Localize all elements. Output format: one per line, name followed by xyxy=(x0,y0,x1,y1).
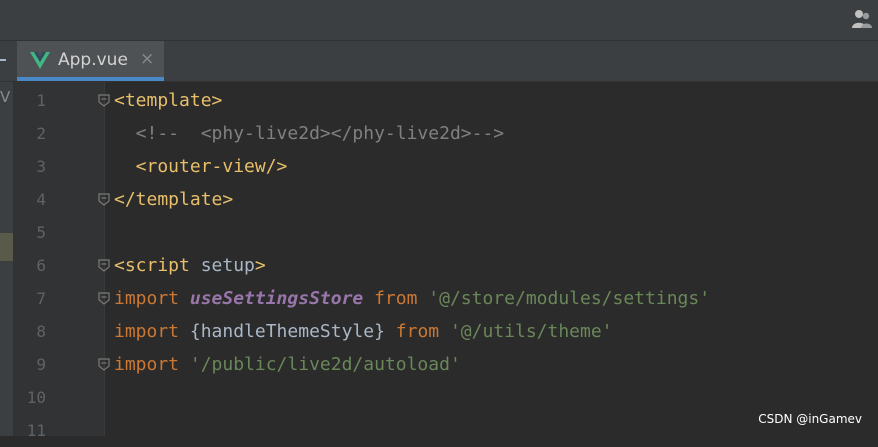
line-number: 6 xyxy=(36,256,46,275)
code-text: <script setup> xyxy=(114,249,266,282)
line-number: 7 xyxy=(36,289,46,308)
code-token: <router-view/> xyxy=(114,156,288,177)
code-line[interactable]: 4 </template> xyxy=(0,183,878,216)
fold-marker-icon[interactable] xyxy=(98,94,110,107)
code-token: import xyxy=(114,288,190,309)
code-line[interactable]: 2 <!-- <phy-live2d></phy-live2d>--> xyxy=(0,117,878,150)
user-icon[interactable] xyxy=(851,8,873,30)
code-token: '/public/live2d/autoload' xyxy=(189,354,461,375)
code-token: <script xyxy=(114,255,190,276)
code-line[interactable]: 1 <template> xyxy=(0,84,878,117)
code-line[interactable]: 11 xyxy=(0,414,878,447)
code-line[interactable]: 8 import {handleThemeStyle} from '@/utils… xyxy=(0,315,878,348)
code-text: import '/public/live2d/autoload' xyxy=(114,348,461,381)
title-bar xyxy=(0,0,878,41)
code-token: > xyxy=(254,255,266,276)
line-number: 3 xyxy=(36,157,46,176)
line-number: 10 xyxy=(26,388,46,407)
code-line[interactable]: 10 xyxy=(0,381,878,414)
tab-label: App.vue xyxy=(58,50,128,70)
code-line[interactable]: 9 import '/public/live2d/autoload' xyxy=(0,348,878,381)
code-token: '@/utils/theme' xyxy=(449,321,613,342)
code-token: '@/store/modules/settings' xyxy=(428,288,711,309)
code-token: from xyxy=(363,288,429,309)
code-token: useSettingsStore xyxy=(189,288,364,309)
fold-marker-icon[interactable] xyxy=(98,292,110,305)
code-line[interactable]: 5 xyxy=(0,216,878,249)
code-text: </template> xyxy=(114,183,233,216)
code-token: <!-- <phy-live2d></phy-live2d>--> xyxy=(114,123,505,144)
vue-logo-icon xyxy=(30,52,50,69)
code-token: import xyxy=(114,354,190,375)
code-text: <!-- <phy-live2d></phy-live2d>--> xyxy=(114,117,504,150)
editor-tab-bar: App.vue × xyxy=(0,41,878,82)
line-number: 2 xyxy=(36,124,46,143)
fold-marker-icon[interactable] xyxy=(98,259,110,272)
code-token: </template> xyxy=(114,189,234,210)
close-icon[interactable]: × xyxy=(140,49,154,69)
code-line[interactable]: 6 <script setup> xyxy=(0,249,878,282)
fold-marker-icon[interactable] xyxy=(98,358,110,371)
code-token: <template> xyxy=(114,90,223,111)
code-line[interactable]: 7 import useSettingsStore from '@/store/m… xyxy=(0,282,878,315)
line-number: 11 xyxy=(26,421,46,440)
line-number: 8 xyxy=(36,322,46,341)
line-number: 1 xyxy=(36,91,46,110)
code-token: setup xyxy=(189,255,255,276)
code-text: import {handleThemeStyle} from '@/utils/… xyxy=(114,315,613,348)
code-token: import xyxy=(114,321,190,342)
code-token: from xyxy=(384,321,450,342)
tab-app-vue[interactable]: App.vue × xyxy=(17,41,164,81)
fold-marker-icon[interactable] xyxy=(98,193,110,206)
line-number: 5 xyxy=(36,223,46,242)
watermark: CSDN @inGamev xyxy=(758,412,862,426)
line-number: 4 xyxy=(36,190,46,209)
code-text: import useSettingsStore from '@/store/mo… xyxy=(114,282,710,315)
code-text: <router-view/> xyxy=(114,150,288,183)
code-line[interactable]: 3 <router-view/> xyxy=(0,150,878,183)
tab-scroll-handle[interactable] xyxy=(0,59,6,61)
code-token: {handleThemeStyle} xyxy=(189,321,385,342)
line-number: 9 xyxy=(36,355,46,374)
code-text: <template> xyxy=(114,84,222,117)
